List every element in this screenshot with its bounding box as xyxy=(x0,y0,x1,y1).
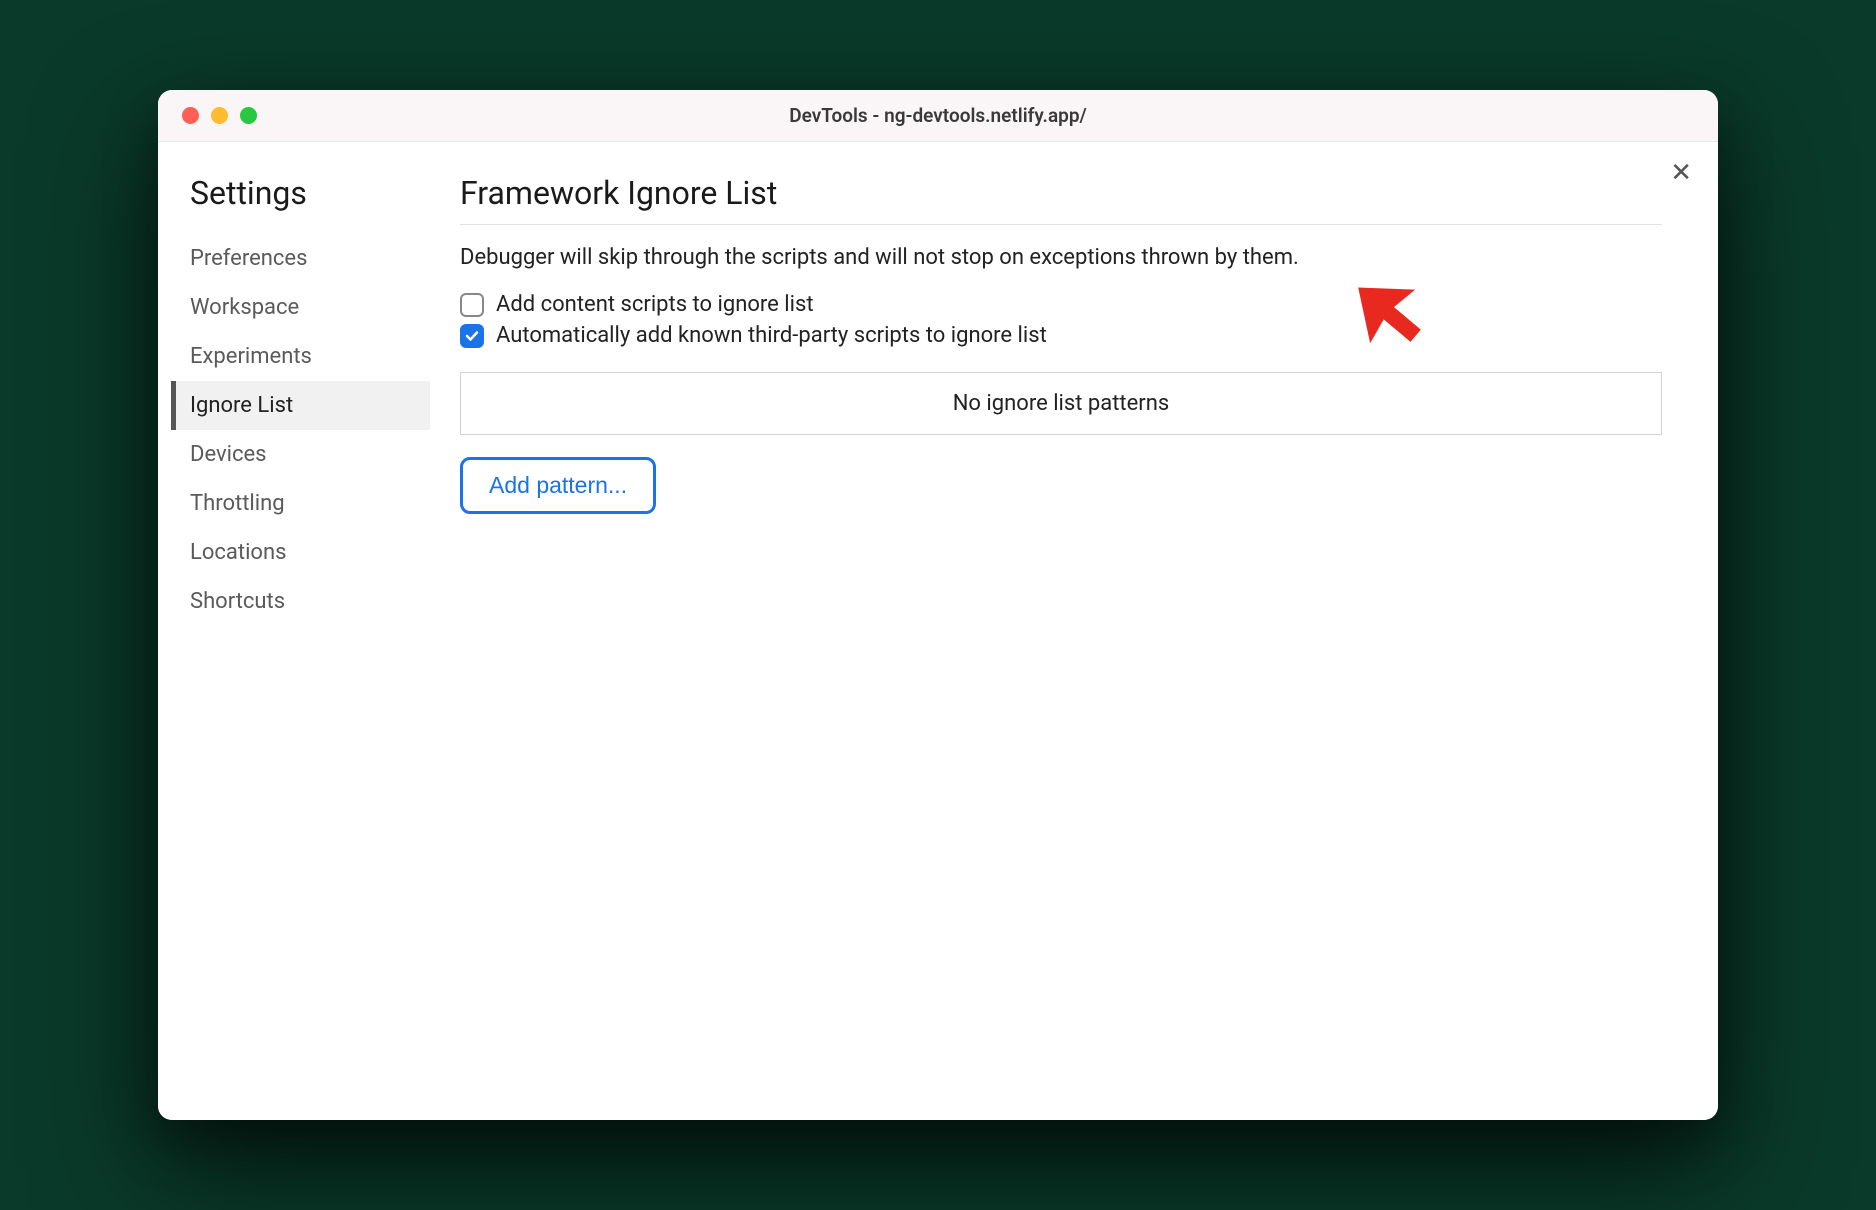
maximize-window-button[interactable] xyxy=(240,107,257,124)
settings-sidebar: Settings PreferencesWorkspaceExperiments… xyxy=(158,142,430,1120)
window-title: DevTools - ng-devtools.netlify.app/ xyxy=(158,104,1718,127)
checkbox-label[interactable]: Add content scripts to ignore list xyxy=(496,292,814,317)
checkbox-label[interactable]: Automatically add known third-party scri… xyxy=(496,323,1047,348)
sidebar-item-shortcuts[interactable]: Shortcuts xyxy=(171,577,430,626)
close-panel-button[interactable]: ✕ xyxy=(1670,160,1692,186)
ignore-list-empty: No ignore list patterns xyxy=(460,372,1662,435)
sidebar-item-ignore-list[interactable]: Ignore List xyxy=(171,381,430,430)
close-window-button[interactable] xyxy=(182,107,199,124)
sidebar-item-throttling[interactable]: Throttling xyxy=(171,479,430,528)
sidebar-item-devices[interactable]: Devices xyxy=(171,430,430,479)
add-pattern-button[interactable]: Add pattern... xyxy=(460,457,656,514)
settings-main: Framework Ignore List Debugger will skip… xyxy=(430,142,1718,1120)
settings-panel: ✕ Settings PreferencesWorkspaceExperimen… xyxy=(158,142,1718,1120)
checkbox-row: Add content scripts to ignore list xyxy=(460,292,1662,317)
sidebar-item-workspace[interactable]: Workspace xyxy=(171,283,430,332)
checkbox-third-party-scripts[interactable] xyxy=(460,324,484,348)
checkbox-content-scripts[interactable] xyxy=(460,293,484,317)
sidebar-item-experiments[interactable]: Experiments xyxy=(171,332,430,381)
page-title: Framework Ignore List xyxy=(460,174,1662,225)
window-titlebar: DevTools - ng-devtools.netlify.app/ xyxy=(158,90,1718,142)
sidebar-item-preferences[interactable]: Preferences xyxy=(171,234,430,283)
sidebar-item-locations[interactable]: Locations xyxy=(171,528,430,577)
page-description: Debugger will skip through the scripts a… xyxy=(460,245,1662,270)
devtools-window: DevTools - ng-devtools.netlify.app/ ✕ Se… xyxy=(158,90,1718,1120)
minimize-window-button[interactable] xyxy=(211,107,228,124)
checkbox-row: Automatically add known third-party scri… xyxy=(460,323,1662,348)
traffic-lights xyxy=(158,107,257,124)
sidebar-title: Settings xyxy=(176,174,430,212)
